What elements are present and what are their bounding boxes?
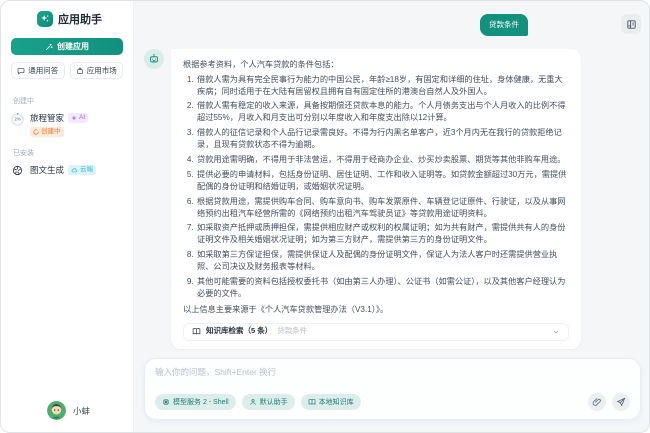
local-knowledge-chip[interactable]: 本地知识库 <box>301 394 361 410</box>
list-item: 如采取第三方保证担保，需提供保证人及配偶的身份证明文件，保证人为法人客户时还需提… <box>196 249 569 273</box>
progress-ring: 2% <box>11 113 24 126</box>
knowledge-icon <box>308 398 316 406</box>
section-label-creating: 创建中 <box>13 96 123 106</box>
user-message-bubble: 贷款条件 <box>480 14 528 36</box>
app-title: 应用助手 <box>58 11 102 27</box>
knowledge-base-bar[interactable]: 知识库检索（5 条） 贷款条件 <box>183 323 569 341</box>
app-market-button[interactable]: 应用市场 <box>70 62 124 79</box>
sidebar-item-image-text-gen[interactable]: 图文生成 云端 <box>11 164 123 177</box>
app-logo-sparkles-icon <box>37 11 53 27</box>
list-item: 提供必要的申请材料，包括身份证明、居住证明、工作和收入证明等。如贷款金额超过30… <box>196 169 569 193</box>
kb-query: 贷款条件 <box>277 326 547 337</box>
kb-title: 知识库检索（5 条） <box>206 326 272 337</box>
sidebar-nav: 通用问答 应用市场 <box>11 62 123 79</box>
answer-intro: 根据参考资料，个人汽车贷款的条件包括： <box>183 59 569 71</box>
send-button[interactable] <box>612 393 630 411</box>
answer-source: 以上信息主要来源于《个人汽车贷款管理办法（V3.1）》。 <box>183 304 569 316</box>
progress-value: 2% <box>13 115 22 124</box>
composer: 模型服务 2 - Shell 默认助手 本地知识库 <box>144 358 641 420</box>
default-assistant-chip[interactable]: 默认助手 <box>242 394 295 410</box>
list-item: 借款人的征信记录和个人品行记录需良好。不得为行内黑名单客户，近3个月内无在我行的… <box>196 127 569 151</box>
chevron-down-icon[interactable] <box>552 328 560 336</box>
list-item: 如采取资产抵押或质押担保，需提供相应财产或权利的权属证明；如为共有财产，需提供共… <box>196 222 569 246</box>
open-book-icon <box>192 327 201 336</box>
app-item-name: 图文生成 <box>30 164 64 176</box>
user-message-row: 贷款条件 <box>144 14 641 36</box>
status-badge-creating: 创建中 <box>30 127 64 137</box>
robot-icon <box>148 53 160 65</box>
model-icon <box>162 398 170 406</box>
cloud-icon <box>71 167 78 174</box>
brand: 应用助手 <box>37 11 123 27</box>
assistant-icon <box>249 398 257 406</box>
bag-icon <box>76 67 84 75</box>
list-item: 借款人需为具有完全民事行为能力的中国公民，年龄≥18岁，有固定和详细的住址，身体… <box>196 74 569 98</box>
list-item: 借款人需有稳定的收入来源，具备按期偿还贷款本息的能力。个人月债务支出与个人月收入… <box>196 100 569 124</box>
username: 小蚌 <box>73 405 90 417</box>
list-item: 其他可能需要的资料包括授权委托书（如由第三人办理）、公证书（如需公证），以及其他… <box>196 276 569 300</box>
list-item: 根据贷款用途，需提供购车合同、购车意向书、购车发票原件、车辆登记证原件、行驶证，… <box>196 196 569 220</box>
composer-toolbar: 模型服务 2 - Shell 默认助手 本地知识库 <box>155 393 630 411</box>
cloud-badge: 云端 <box>68 165 96 175</box>
assistant-message-row: 根据参考资料，个人汽车贷款的条件包括： 借款人需为具有完全民事行为能力的中国公民… <box>144 49 641 349</box>
loan-conditions-list: 借款人需为具有完全民事行为能力的中国公民，年龄≥18岁，有固定和详细的住址，身体… <box>183 74 569 300</box>
app-window: 应用助手 创建应用 通用问答 应用市场 创建中 <box>0 0 650 433</box>
list-item: 贷款用途需明确，不得用于非法营运，不得用于经商办企业、炒买炒卖股票、期货等其他非… <box>196 154 569 166</box>
assistant-message-card: 根据参考资料，个人汽车贷款的条件包括： 借款人需为具有完全民事行为能力的中国公民… <box>171 49 581 349</box>
paper-plane-icon <box>616 397 626 407</box>
model-service-chip[interactable]: 模型服务 2 - Shell <box>155 394 236 410</box>
message-input[interactable] <box>155 367 630 377</box>
user-face-avatar <box>47 401 66 420</box>
section-label-installed: 已安装 <box>13 148 123 158</box>
paperclip-icon <box>592 397 602 407</box>
attach-button[interactable] <box>588 393 606 411</box>
chat-main: 贷款条件 根据参考资料，个人汽车贷款的条件包括： 借款人需为具有完全民事行为能力… <box>134 1 649 432</box>
create-app-button[interactable]: 创建应用 <box>11 38 123 55</box>
ai-badge: AI <box>68 113 88 123</box>
sparkle-icon <box>71 115 77 121</box>
chat-thread: 贷款条件 根据参考资料，个人汽车贷款的条件包括： 借款人需为具有完全民事行为能力… <box>144 14 641 350</box>
composer-chips: 模型服务 2 - Shell 默认助手 本地知识库 <box>155 394 582 410</box>
aperture-icon <box>11 164 24 177</box>
assistant-avatar <box>144 49 164 69</box>
general-qa-button[interactable]: 通用问答 <box>11 62 65 79</box>
spinner-icon <box>33 129 39 135</box>
user-avatar <box>621 14 641 34</box>
chat-bubble-icon <box>17 67 25 75</box>
wand-icon <box>45 43 53 51</box>
sidebar: 应用助手 创建应用 通用问答 应用市场 创建中 <box>1 1 134 432</box>
app-item-name: 旅程管家 <box>30 112 64 124</box>
browser-window-icon <box>626 19 637 30</box>
sidebar-item-journey-manager[interactable]: 2% 旅程管家 AI 创建中 <box>11 112 123 137</box>
user-profile[interactable]: 小蚌 <box>11 401 123 420</box>
